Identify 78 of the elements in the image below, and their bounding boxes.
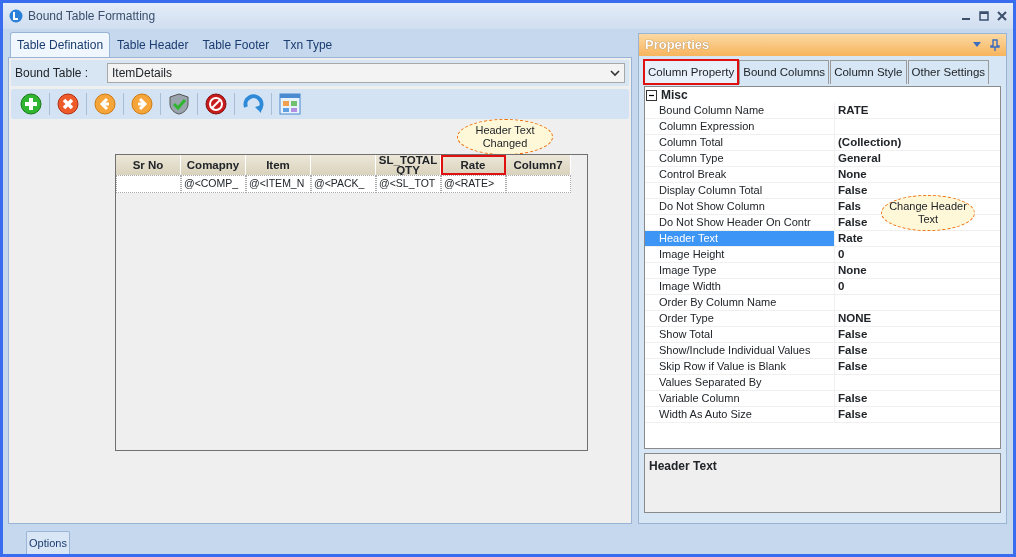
description-title: Header Text	[649, 459, 717, 473]
property-name[interactable]: Order By Column Name	[659, 295, 777, 310]
table-cell: @<PACK_	[311, 175, 376, 193]
tab[interactable]: Column Property	[644, 59, 739, 84]
property-value[interactable]: False	[838, 328, 868, 340]
property-name[interactable]: Column Expression	[659, 119, 755, 134]
property-name[interactable]: Order Type	[659, 311, 714, 326]
property-value[interactable]: None	[838, 168, 867, 180]
column-header[interactable]: Rate	[441, 155, 506, 175]
column-header[interactable]: Column7	[506, 155, 571, 175]
dropdown-icon[interactable]	[972, 39, 982, 49]
property-value[interactable]: False	[838, 408, 868, 420]
column-header[interactable]: Item	[246, 155, 311, 175]
property-value[interactable]: NONE	[838, 312, 872, 324]
arrow-right-button[interactable]	[128, 91, 156, 117]
category-label: Misc	[661, 87, 688, 104]
property-name[interactable]: Display Column Total	[659, 183, 763, 198]
tab[interactable]: Table Footer	[195, 32, 277, 57]
table-cell	[116, 175, 181, 193]
property-name[interactable]: Control Break	[659, 167, 727, 182]
arrow-left-button[interactable]	[91, 91, 119, 117]
column-header[interactable]: Comapny	[181, 155, 246, 175]
column-header[interactable]: Sr No	[116, 155, 181, 175]
property-name[interactable]: Variable Column	[659, 391, 740, 406]
callout: Header Text Changed	[457, 119, 553, 155]
maximize-icon[interactable]	[979, 11, 989, 21]
table-cell: @<ITEM_N	[246, 175, 311, 193]
tab[interactable]: Txn Type	[276, 32, 340, 57]
property-value[interactable]: False	[838, 216, 868, 228]
property-value[interactable]: None	[838, 264, 867, 276]
property-value[interactable]: False	[838, 360, 868, 372]
property-name[interactable]: Values Separated By	[659, 375, 762, 390]
grid-button[interactable]	[276, 91, 304, 117]
delete-button[interactable]	[54, 91, 82, 117]
property-value[interactable]: Rate	[838, 232, 863, 244]
tab[interactable]: Column Style	[830, 59, 907, 84]
property-name[interactable]: Image Type	[659, 263, 717, 278]
plus-button[interactable]	[17, 91, 45, 117]
window-title: Bound Table Formatting	[28, 8, 156, 25]
property-name[interactable]: Do Not Show Column	[659, 199, 765, 214]
field-label: Bound Table :	[14, 65, 90, 82]
table-cell: @<COMP_	[181, 175, 246, 193]
property-value[interactable]: 0	[838, 248, 845, 260]
collapse-icon[interactable]	[646, 89, 657, 101]
tab[interactable]: Bound Columns	[739, 59, 830, 84]
table-cell: @<RATE>	[441, 175, 506, 193]
bound-table-dropdown[interactable]: ItemDetails	[107, 63, 625, 83]
property-value[interactable]: 0	[838, 280, 845, 292]
property-name[interactable]: Image Width	[659, 279, 721, 294]
tab[interactable]: Table Header	[110, 32, 196, 57]
property-value[interactable]: Fals	[838, 200, 861, 212]
tab[interactable]: Other Settings	[907, 59, 990, 84]
property-name[interactable]: Column Total	[659, 135, 723, 150]
property-name[interactable]: Show/Include Individual Values	[659, 343, 811, 358]
property-name[interactable]: Column Type	[659, 151, 724, 166]
tab[interactable]: Table Defination	[10, 32, 111, 57]
close-icon[interactable]	[997, 11, 1007, 21]
table-cell	[506, 175, 571, 193]
property-name[interactable]: Width As Auto Size	[659, 407, 752, 422]
property-value[interactable]: (Collection)	[838, 136, 902, 148]
property-name[interactable]: Do Not Show Header On Contr	[659, 215, 811, 230]
no-entry-button[interactable]	[202, 91, 230, 117]
pin-icon[interactable]	[990, 39, 1000, 51]
chevron-down-icon	[610, 69, 620, 77]
property-value[interactable]: False	[838, 392, 868, 404]
property-value[interactable]: General	[838, 152, 881, 164]
panel-title: Properties	[645, 36, 710, 55]
property-name[interactable]: Show Total	[659, 327, 713, 342]
callout: Change Header Text	[881, 195, 975, 231]
property-value[interactable]: RATE	[838, 104, 869, 116]
options-tab[interactable]: Options	[26, 530, 70, 554]
app-logo-icon	[9, 9, 23, 23]
property-name[interactable]: Skip Row if Value is Blank	[659, 359, 786, 374]
property-value[interactable]: False	[838, 344, 868, 356]
property-name[interactable]: Image Height	[659, 247, 725, 262]
table-cell: @<SL_TOT	[376, 175, 441, 193]
property-name[interactable]: Bound Column Name	[659, 103, 765, 118]
property-value[interactable]: False	[838, 184, 868, 196]
